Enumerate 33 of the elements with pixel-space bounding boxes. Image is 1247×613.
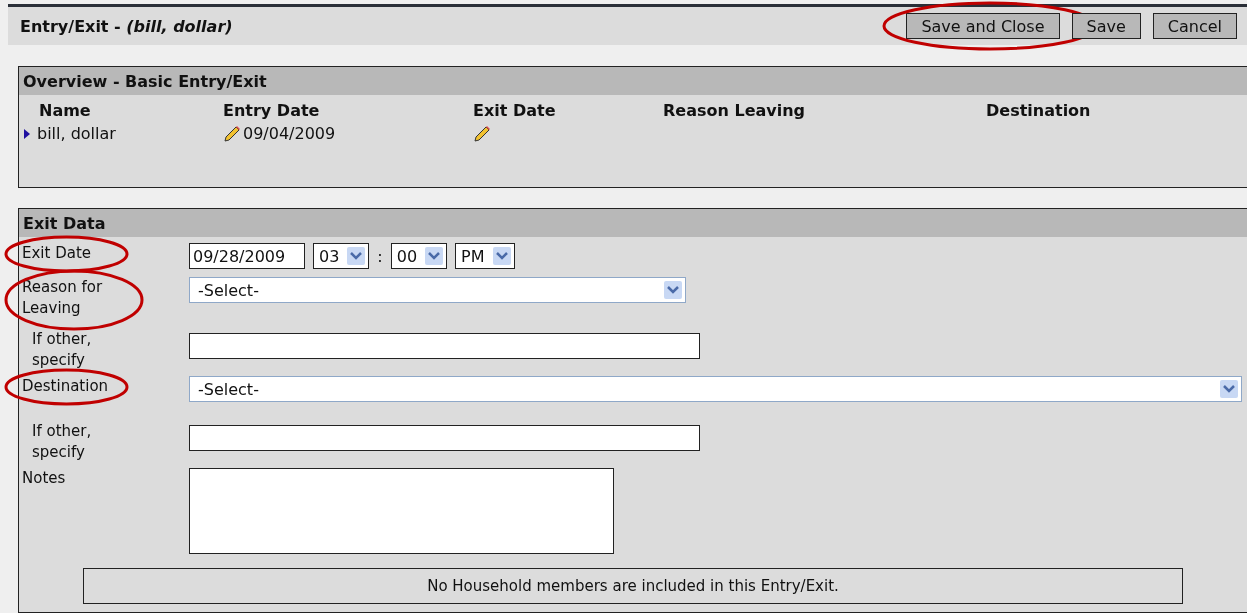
ampm-select[interactable]: PM — [455, 243, 515, 269]
minute-select[interactable]: 00 — [390, 243, 448, 269]
column-header: Entry Date — [223, 101, 320, 120]
date-field[interactable]: 09/28/2009 — [189, 243, 305, 269]
action-button[interactable]: Save and Close — [906, 13, 1060, 39]
notes-textarea[interactable] — [189, 468, 614, 554]
time-separator: : — [377, 246, 383, 266]
entry-date: 09/04/2009 — [243, 124, 336, 143]
client-name[interactable]: bill, dollar — [37, 124, 116, 143]
field-label: If other, specify — [31, 421, 93, 463]
page-title: Entry/Exit - (bill, dollar) — [20, 16, 233, 36]
panel-title: Exit Data — [23, 213, 106, 233]
field-label: Notes — [22, 468, 67, 489]
text-input[interactable] — [189, 425, 700, 451]
field-label: If other, specify — [31, 329, 93, 371]
dropdown-select[interactable]: -Select- — [189, 376, 1242, 402]
action-button[interactable]: Cancel — [1152, 13, 1237, 39]
dropdown-select[interactable]: -Select- — [189, 277, 686, 303]
pencil-icon[interactable] — [223, 124, 241, 143]
household-message: No Household members are included in this Entry/Exit. — [83, 568, 1183, 604]
field-label: Reason for Leaving — [22, 277, 104, 319]
column-header: Name — [38, 101, 91, 120]
field-label: Destination — [22, 376, 110, 397]
hour-select[interactable]: 03 — [313, 243, 370, 269]
column-header: Reason Leaving — [663, 101, 806, 120]
panel-title: Overview - Basic Entry/Exit — [23, 71, 267, 91]
pencil-icon[interactable] — [473, 124, 491, 143]
field-label: Exit Date — [22, 243, 93, 264]
column-header: Exit Date — [473, 101, 556, 120]
text-input[interactable] — [189, 333, 700, 359]
column-header: Destination — [986, 101, 1091, 120]
action-button[interactable]: Save — [1071, 13, 1141, 39]
row-pointer-icon — [23, 127, 31, 140]
